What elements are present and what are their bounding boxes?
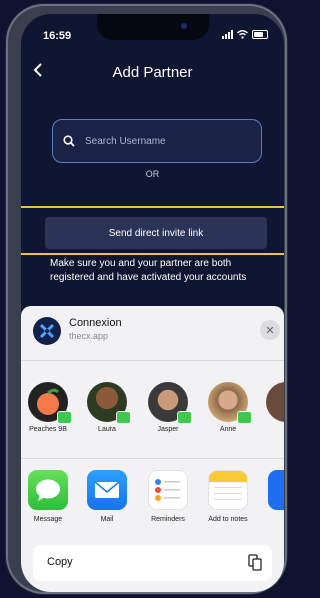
status-icons <box>222 30 268 39</box>
share-app-name: Connexion <box>69 317 122 329</box>
contact-name: Jasper <box>157 426 179 433</box>
contact-photo <box>87 382 131 424</box>
app-screen: 16:59 Add Partner OR Send direct <box>21 14 284 592</box>
copy-icon <box>248 554 262 571</box>
contact-photo <box>148 382 192 424</box>
app-icon-partial <box>268 470 284 510</box>
copy-label: Copy <box>47 556 73 568</box>
share-app-url: thecx.app <box>69 331 109 341</box>
cellular-signal-icon <box>222 30 233 39</box>
app-label: Add to notes <box>208 516 248 523</box>
message-badge-icon <box>116 411 131 424</box>
app-label: Mail <box>100 516 114 523</box>
contact-jasper[interactable]: Jasper <box>141 382 195 433</box>
contact-laura[interactable]: Laura <box>80 382 134 433</box>
notch <box>97 14 209 40</box>
share-messages[interactable]: Message <box>21 470 75 524</box>
notes-icon <box>208 470 248 510</box>
share-more-partial[interactable] <box>261 470 284 510</box>
camera-icon <box>181 23 187 29</box>
share-sheet: Connexion thecx.app ✕ Peaches 9B Laura J… <box>21 306 284 592</box>
app-row: Message Mail Reminders Add to notes <box>21 470 284 534</box>
contact-peaches[interactable]: Peaches 9B <box>21 382 75 433</box>
share-notes[interactable]: Add to notes <box>201 470 255 524</box>
connexion-logo-icon <box>33 317 61 345</box>
send-invite-button[interactable]: Send direct invite link <box>45 217 267 249</box>
info-text: Make sure you and your partner are both … <box>50 258 247 283</box>
app-label: Message <box>33 516 63 523</box>
search-input[interactable] <box>83 134 247 148</box>
copy-action[interactable]: Copy <box>33 545 272 581</box>
search-icon <box>63 135 75 147</box>
message-badge-icon <box>177 411 192 424</box>
contact-name: Peaches 9B <box>29 426 67 433</box>
status-time: 16:59 <box>43 30 72 42</box>
app-label: Reminders <box>151 516 185 523</box>
or-divider: OR <box>145 169 160 179</box>
share-reminders[interactable]: Reminders <box>141 470 195 524</box>
battery-icon <box>252 30 268 39</box>
mail-icon <box>87 470 127 510</box>
peach-emoji-avatar <box>28 382 72 424</box>
share-mail[interactable]: Mail <box>80 470 134 524</box>
contact-row: Peaches 9B Laura Jasper Anne <box>21 382 284 442</box>
contact-partial[interactable] <box>259 382 284 422</box>
phone-frame: 16:59 Add Partner OR Send direct <box>6 4 287 594</box>
divider <box>21 360 284 361</box>
contact-photo <box>208 382 252 424</box>
search-field[interactable] <box>52 119 262 163</box>
messages-icon <box>28 470 68 510</box>
share-sheet-header: Connexion thecx.app ✕ <box>21 306 284 360</box>
contact-anne[interactable]: Anne <box>201 382 255 433</box>
divider <box>21 458 284 459</box>
reminders-icon <box>148 470 188 510</box>
message-badge-icon <box>237 411 252 424</box>
contact-name: Anne <box>219 426 237 433</box>
wifi-icon <box>237 30 248 39</box>
contact-name: Laura <box>98 426 116 433</box>
contact-photo <box>266 382 284 422</box>
page-title: Add Partner <box>112 64 193 81</box>
message-badge-icon <box>57 411 72 424</box>
close-icon[interactable]: ✕ <box>260 320 280 340</box>
